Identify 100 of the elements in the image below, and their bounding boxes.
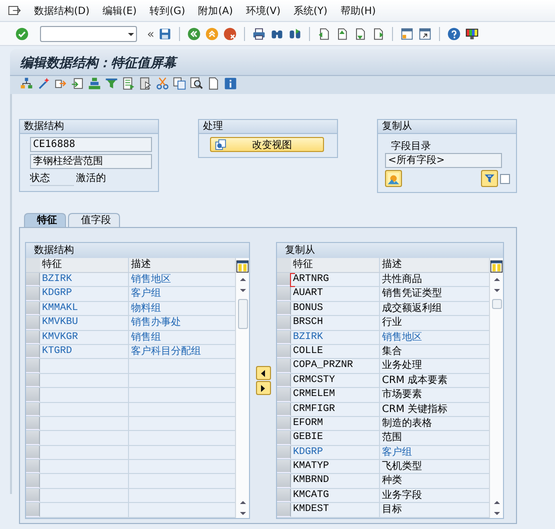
column-header[interactable]: 特征 [291, 258, 380, 272]
print-icon[interactable] [252, 26, 266, 40]
stack-icon[interactable] [88, 77, 101, 90]
cut-icon[interactable] [156, 77, 169, 90]
column-header[interactable]: 描述 [380, 258, 489, 272]
table-cell: KMCATG [291, 488, 380, 502]
row-selector[interactable] [277, 503, 291, 517]
command-field[interactable] [40, 26, 137, 42]
scroll-thumb[interactable] [492, 299, 502, 309]
column-header[interactable]: 特征 [40, 258, 129, 272]
row-selector[interactable] [26, 330, 40, 344]
row-selector[interactable] [277, 474, 291, 488]
menu-item[interactable]: 转到(G) [150, 4, 186, 18]
menu-item[interactable]: 附加(A) [198, 4, 233, 18]
column-header[interactable]: 描述 [129, 258, 235, 272]
row-selector[interactable] [277, 488, 291, 502]
row-selector[interactable] [277, 416, 291, 430]
scroll-up-icon[interactable] [238, 275, 248, 284]
info-icon[interactable] [224, 77, 237, 90]
row-selector[interactable] [277, 374, 291, 388]
magnifier-icon[interactable] [190, 77, 203, 90]
table-cell: COPA_PRZNR [291, 359, 380, 373]
column-layout-icon[interactable] [236, 260, 249, 273]
row-selector[interactable] [26, 503, 40, 517]
find-next-icon[interactable] [288, 26, 302, 40]
structure-name-field[interactable]: CE16888 [30, 137, 152, 152]
row-selector[interactable] [277, 388, 291, 402]
field-catalog-field[interactable]: <所有字段> [385, 153, 502, 168]
row-selector[interactable] [277, 316, 291, 330]
checkbox[interactable] [500, 174, 510, 184]
wand-icon[interactable] [37, 77, 50, 90]
scroll-down-icon[interactable] [492, 286, 502, 295]
tab[interactable]: 值字段 [68, 213, 120, 227]
enter-icon[interactable] [15, 26, 29, 40]
row-selector[interactable] [26, 488, 40, 502]
row-selector[interactable] [26, 287, 40, 301]
menu-icon[interactable] [8, 4, 21, 17]
tab[interactable]: 特征 [24, 213, 66, 227]
row-selector[interactable] [277, 431, 291, 445]
table-cell: 目标 [380, 503, 489, 517]
back-icon[interactable] [187, 26, 202, 40]
row-selector[interactable] [277, 460, 291, 474]
row-selector[interactable] [26, 460, 40, 474]
menu-item[interactable]: 环境(V) [246, 4, 281, 18]
scroll-thumb[interactable] [238, 299, 248, 329]
hierarchy-icon[interactable] [20, 77, 33, 90]
exit-icon[interactable] [205, 26, 220, 40]
row-selector[interactable] [26, 374, 40, 388]
row-selector[interactable] [26, 416, 40, 430]
row-selector[interactable] [277, 344, 291, 358]
new-session-icon[interactable] [400, 26, 414, 40]
row-selector[interactable] [26, 302, 40, 316]
first-page-icon[interactable] [317, 26, 332, 40]
row-selector[interactable] [277, 402, 291, 416]
move-left-button[interactable] [256, 366, 270, 380]
change-view-button[interactable]: 改变视图 [210, 137, 324, 152]
transfer-icon[interactable] [54, 77, 67, 90]
row-selector[interactable] [26, 344, 40, 358]
row-selector[interactable] [26, 446, 40, 460]
table-cell: BZIRK [291, 330, 380, 344]
picture-button[interactable] [385, 170, 402, 187]
save-icon[interactable] [158, 26, 172, 40]
select-icon[interactable] [139, 77, 152, 90]
filter-button[interactable] [481, 170, 498, 187]
previous-page-icon[interactable] [335, 26, 350, 40]
row-selector[interactable] [26, 273, 40, 286]
row-selector[interactable] [26, 402, 40, 416]
row-selector[interactable] [26, 359, 40, 373]
shortcut-icon[interactable] [418, 26, 432, 40]
filter-icon[interactable] [105, 77, 118, 90]
row-selector[interactable] [26, 316, 40, 330]
import-icon[interactable] [71, 77, 84, 90]
menu-item[interactable]: 数据结构(D) [34, 4, 90, 18]
menu-item[interactable]: 编辑(E) [102, 4, 137, 18]
menu-item[interactable]: 帮助(H) [340, 4, 376, 18]
description-field[interactable]: 李钢柱经营范围 [30, 154, 152, 169]
row-selector[interactable] [26, 388, 40, 402]
scroll-up-icon[interactable] [492, 275, 502, 284]
row-selector[interactable] [277, 287, 291, 301]
scroll-down-icon[interactable] [238, 286, 248, 295]
menu-item[interactable]: 系统(Y) [294, 4, 328, 18]
list-icon[interactable] [122, 77, 135, 90]
copy-icon[interactable] [173, 77, 186, 90]
last-page-icon[interactable] [371, 26, 386, 40]
row-selector[interactable] [277, 302, 291, 316]
row-selector[interactable] [277, 446, 291, 460]
table-cell: 飞机类型 [380, 460, 489, 474]
move-right-button[interactable] [256, 381, 270, 395]
collapse-toggle[interactable]: « [147, 26, 154, 40]
cancel-icon[interactable] [223, 26, 238, 40]
row-selector[interactable] [277, 330, 291, 344]
monitor-icon[interactable] [465, 26, 480, 40]
help-icon[interactable] [447, 26, 462, 40]
row-selector[interactable] [26, 431, 40, 445]
row-selector[interactable] [26, 474, 40, 488]
row-selector[interactable] [277, 273, 291, 286]
row-selector[interactable] [277, 359, 291, 373]
table-cell: KMVKBU [40, 316, 129, 330]
next-page-icon[interactable] [353, 26, 368, 40]
column-layout-icon[interactable] [490, 260, 503, 273]
